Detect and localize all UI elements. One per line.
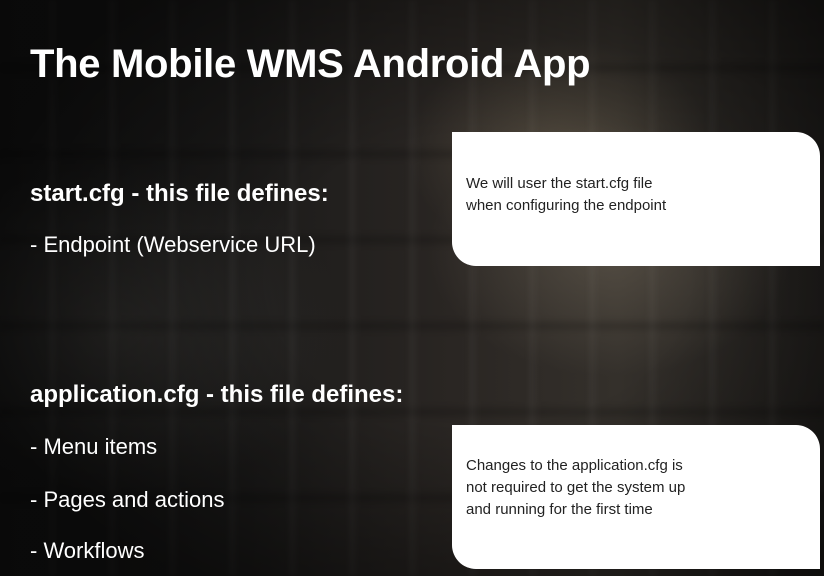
application-cfg-bullet-menu-items: - Menu items: [30, 434, 158, 459]
application-cfg-callout-line: not required to get the system up: [466, 479, 686, 496]
application-cfg-heading: application.cfg - this file defines:: [30, 381, 404, 408]
application-cfg-callout: Changes to the application.cfg is not re…: [452, 425, 820, 569]
start-cfg-callout-line: when configuring the endpoint: [466, 197, 667, 214]
application-cfg-bullet-workflows: - Workflows: [30, 538, 145, 563]
start-cfg-callout-line: We will user the start.cfg file: [466, 175, 653, 192]
application-cfg-bullet-pages-actions: - Pages and actions: [30, 487, 225, 512]
application-cfg-callout-line: and running for the first time: [466, 501, 653, 518]
slide-title: The Mobile WMS Android App: [30, 42, 591, 86]
slide: The Mobile WMS Android App start.cfg - t…: [0, 0, 824, 576]
start-cfg-bullet-endpoint: - Endpoint (Webservice URL): [30, 232, 316, 257]
application-cfg-callout-line: Changes to the application.cfg is: [466, 457, 683, 474]
start-cfg-heading: start.cfg - this file defines:: [30, 180, 329, 207]
start-cfg-callout: We will user the start.cfg file when con…: [452, 132, 820, 266]
